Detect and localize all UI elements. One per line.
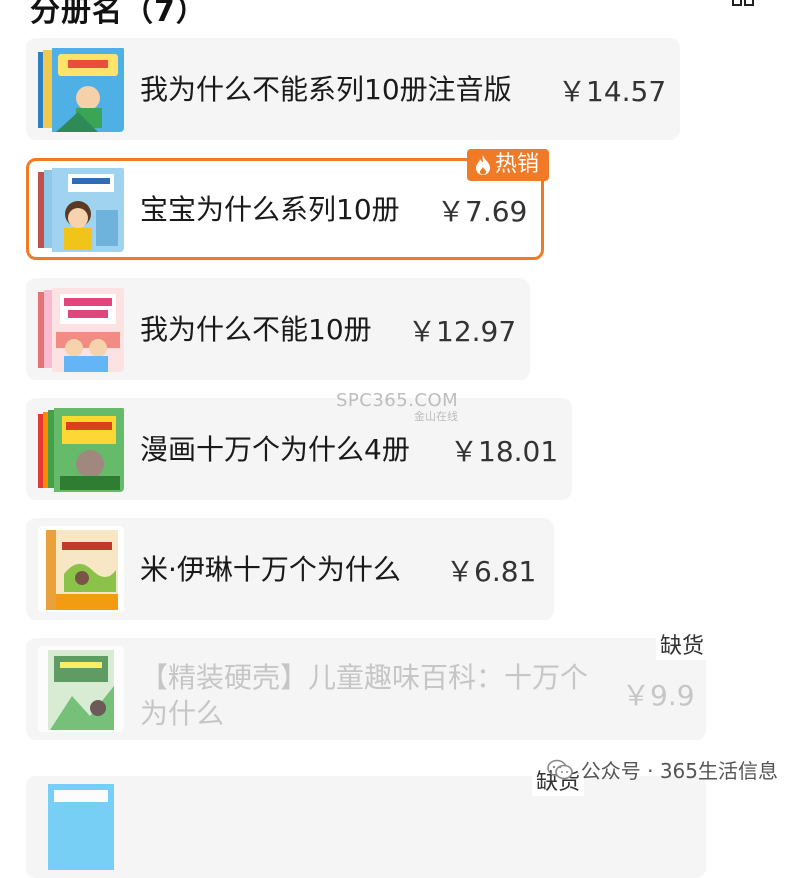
option-card-1-selected[interactable]: 宝宝为什么系列10册 ￥7.69 热销 — [26, 149, 549, 260]
book-cover-thumbnail — [38, 286, 124, 372]
option-name: 【精装硬壳】儿童趣味百科：十万个为什么 — [140, 661, 589, 730]
option-card-4[interactable]: 米·伊琳十万个为什么 ￥6.81 — [26, 518, 554, 620]
book-cover-thumbnail — [38, 526, 124, 612]
watermark-sub: 金山在线 — [414, 410, 458, 423]
footer-text: 公众号 · 365生活信息 — [580, 759, 778, 783]
book-cover-thumbnail — [38, 784, 124, 870]
book-cover-thumbnail — [38, 46, 124, 132]
book-cover-thumbnail — [38, 646, 124, 732]
option-card-0[interactable]: 我为什么不能系列10册注音版 ￥14.57 — [26, 38, 680, 140]
option-name: 我为什么不能10册 — [140, 313, 372, 346]
option-name: 米·伊琳十万个为什么 — [140, 553, 401, 586]
option-price: ￥12.97 — [408, 315, 517, 348]
grid-view-icon[interactable] — [732, 0, 754, 6]
option-name: 宝宝为什么系列10册 — [140, 193, 400, 226]
option-price: ￥9.9 — [622, 679, 695, 712]
option-price: ￥6.81 — [446, 555, 537, 588]
option-price: ￥7.69 — [437, 195, 528, 228]
section-title: 分册名（7） — [30, 0, 207, 29]
option-card-5-soldout: 【精装硬壳】儿童趣味百科：十万个为什么 ￥9.9 — [26, 638, 706, 740]
option-price: ￥14.57 — [558, 75, 667, 108]
option-name: 漫画十万个为什么4册 — [140, 433, 410, 466]
section-header: 分册名（7） — [30, 0, 780, 29]
sold-out-tag: 缺货 — [656, 628, 709, 660]
fire-icon — [475, 155, 490, 175]
hot-sale-badge: 热销 — [466, 149, 549, 181]
option-card-2[interactable]: 我为什么不能10册 ￥12.97 — [26, 278, 530, 380]
option-name: 我为什么不能系列10册注音版 — [140, 73, 512, 106]
option-card-3[interactable]: 漫画十万个为什么4册 ￥18.01 — [26, 398, 572, 500]
book-cover-thumbnail — [38, 406, 124, 492]
book-cover-thumbnail — [38, 166, 124, 252]
option-card-6-soldout — [26, 776, 706, 878]
wechat-attribution: 公众号 · 365生活信息 — [546, 755, 778, 784]
hot-badge-label: 热销 — [494, 152, 539, 177]
site-watermark: SPC365.COM 金山在线 — [336, 390, 458, 423]
wechat-icon — [546, 759, 573, 779]
option-price: ￥18.01 — [450, 435, 559, 468]
